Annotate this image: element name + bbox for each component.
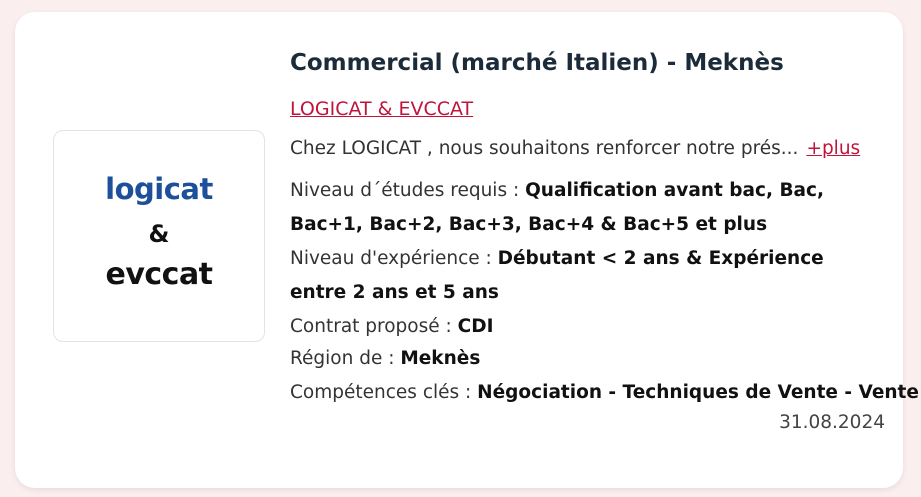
more-link[interactable]: +plus xyxy=(806,138,860,159)
skills-label: Compétences clés : xyxy=(290,382,478,403)
logo-text-logicat: logicat xyxy=(105,172,213,206)
posted-date: 31.08.2024 xyxy=(779,412,885,433)
skills-row: Compétences clés : Négociation - Techniq… xyxy=(290,376,919,410)
contract-value: CDI xyxy=(457,316,494,337)
job-title[interactable]: Commercial (marché Italien) - Meknès xyxy=(290,50,890,76)
skills-value: Négociation - Techniques de Vente - Vent… xyxy=(477,382,919,403)
job-description: Chez LOGICAT , nous souhaitons renforcer… xyxy=(290,138,880,159)
experience-row: Niveau d'expérience : Débutant < 2 ans &… xyxy=(290,242,880,310)
experience-label: Niveau d'expérience : xyxy=(290,248,498,269)
region-row: Région de : Meknès xyxy=(290,342,880,376)
contract-label: Contrat proposé : xyxy=(290,316,458,337)
job-card[interactable]: logicat & evccat Commercial (marché Ital… xyxy=(15,12,919,488)
region-value: Meknès xyxy=(400,348,481,369)
company-link[interactable]: LOGICAT & EVCCAT xyxy=(290,98,473,120)
education-label: Niveau d´études requis : xyxy=(290,180,526,201)
description-text: Chez LOGICAT , nous souhaitons renforcer… xyxy=(290,138,799,159)
education-row: Niveau d´études requis : Qualification a… xyxy=(290,174,880,242)
region-label: Région de : xyxy=(290,348,401,369)
logo-text-evccat: evccat xyxy=(105,257,213,292)
contract-row: Contrat proposé : CDI xyxy=(290,310,880,344)
company-logo[interactable]: logicat & evccat xyxy=(53,130,265,342)
logo-text-ampersand: & xyxy=(148,220,170,248)
